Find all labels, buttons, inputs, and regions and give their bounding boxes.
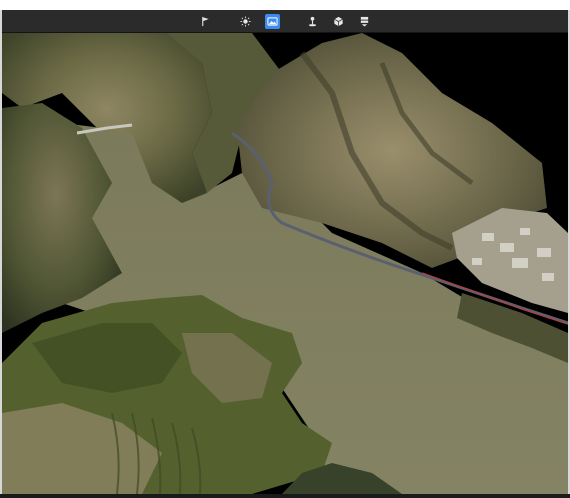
- flag-icon: [202, 16, 209, 26]
- flag-tool-button[interactable]: [199, 14, 213, 28]
- cube-tool-button[interactable]: [332, 14, 346, 28]
- image-layer-icon: [266, 16, 278, 26]
- window-bottom-edge: [0, 494, 570, 498]
- stack-icon: [360, 16, 369, 27]
- terrain-model: [2, 33, 568, 494]
- cube-icon: [334, 16, 343, 26]
- person-pin-icon: [308, 16, 317, 26]
- viewer-toolbar: [2, 10, 568, 33]
- person-pin-tool-button[interactable]: [306, 14, 320, 28]
- image-layer-tool-button[interactable]: [264, 13, 280, 29]
- sun-tool-button[interactable]: [239, 14, 253, 28]
- window-top-edge: [0, 0, 570, 10]
- map-3d-viewport[interactable]: [2, 33, 568, 494]
- sun-icon: [240, 15, 251, 27]
- stack-tool-button[interactable]: [358, 14, 372, 28]
